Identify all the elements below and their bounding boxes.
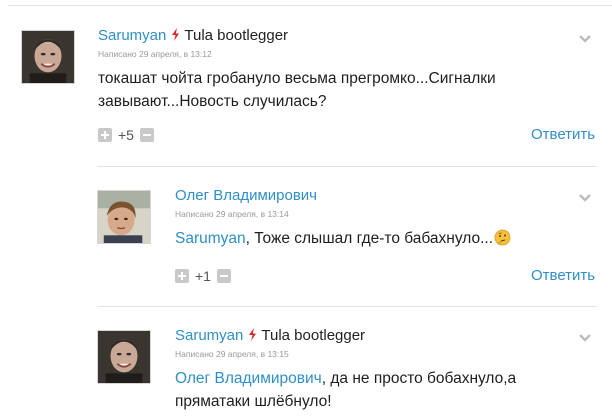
comment-divider — [97, 166, 597, 167]
top-divider — [8, 5, 612, 6]
reply-button[interactable]: Ответить — [531, 126, 595, 143]
user-group: Tula bootlegger — [261, 327, 366, 344]
avatar[interactable] — [21, 30, 75, 84]
plus-icon[interactable] — [98, 128, 112, 142]
comment-text: Олег Владимирович, да не просто бобахнул… — [175, 367, 595, 413]
comment-author[interactable]: Sarumyan — [98, 27, 166, 44]
comment: Олег Владимирович Написано 29 апреля, в … — [175, 187, 595, 250]
comment-text-body: , да не просто бобахнуло,а — [321, 370, 517, 387]
user-group: Tula bootlegger — [184, 27, 289, 44]
minus-icon[interactable] — [139, 128, 154, 142]
mention-link[interactable]: Sarumyan — [175, 230, 246, 247]
comment-timestamp: Написано 29 апреля, в 13:12 — [98, 49, 212, 59]
comment: Sarumyan Tula bootlegger Написано 29 апре… — [98, 27, 598, 113]
vote-controls: +1 — [175, 268, 231, 284]
chevron-down-icon[interactable] — [578, 34, 592, 44]
comment-text: Sarumyan, Тоже слышал где-то бабахнуло..… — [175, 227, 595, 250]
comment-text-body: , Тоже слышал где-то бабахнуло... — [245, 230, 494, 247]
avatar[interactable] — [97, 190, 151, 244]
comment-author[interactable]: Олег Владимирович — [175, 187, 317, 204]
comment-timestamp: Написано 29 апреля, в 13:15 — [175, 349, 289, 359]
chevron-down-icon[interactable] — [578, 193, 592, 203]
comment-text: токашат чойта гробануло весьма прегромко… — [98, 70, 496, 110]
minus-icon[interactable] — [216, 269, 231, 283]
vote-controls: +5 — [98, 127, 154, 143]
lightning-bolt-icon — [171, 28, 180, 41]
comment: Sarumyan Tula bootlegger Написано 29 апре… — [175, 327, 595, 413]
vote-count: +5 — [118, 127, 134, 143]
reply-button[interactable]: Ответить — [531, 267, 595, 284]
comment-author[interactable]: Sarumyan — [175, 327, 243, 344]
chevron-down-icon[interactable] — [578, 333, 592, 343]
thinking-face-emoji-icon — [494, 229, 511, 246]
vote-count: +1 — [195, 268, 211, 284]
comment-timestamp: Написано 29 апреля, в 13:14 — [175, 209, 289, 219]
comment-text-line: пряматаки шлёбнуло! — [175, 393, 332, 410]
lightning-bolt-icon — [248, 328, 257, 341]
avatar[interactable] — [97, 330, 151, 384]
plus-icon[interactable] — [175, 269, 189, 283]
comment-divider — [97, 306, 597, 307]
mention-link[interactable]: Олег Владимирович — [175, 370, 322, 387]
